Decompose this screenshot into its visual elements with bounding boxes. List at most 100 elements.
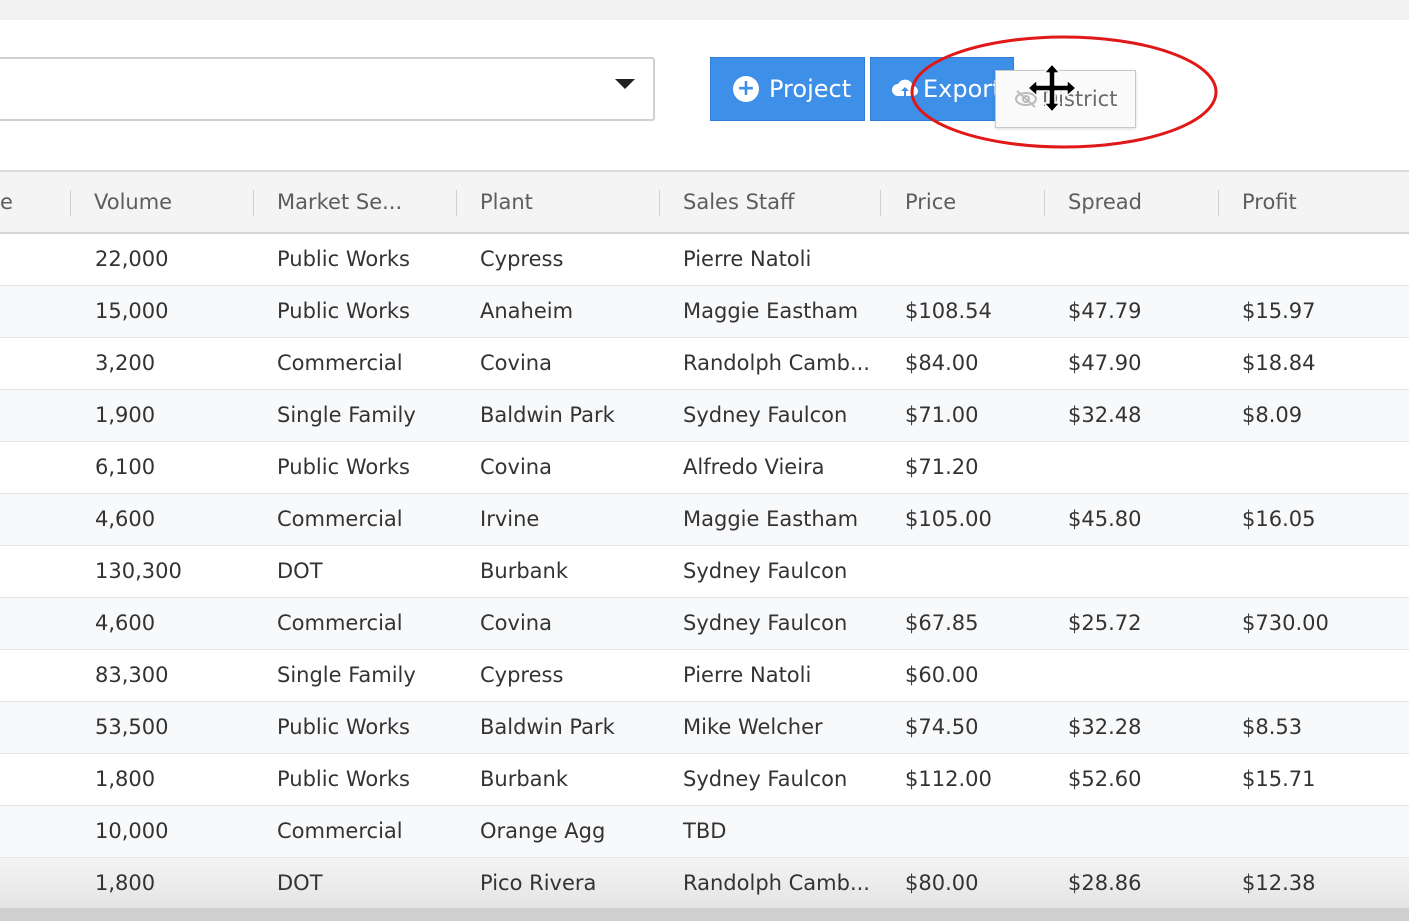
bottom-scroll-strip[interactable]	[0, 908, 1409, 921]
table-row[interactable]: 1,800 Public Works Burbank Sydney Faulcon $1…	[0, 754, 1409, 806]
cell-sales-staff: Maggie Eastham	[683, 299, 859, 323]
cell-market-segment: Single Family	[277, 663, 416, 687]
cell-price: $74.50	[905, 715, 979, 739]
column-separator[interactable]	[456, 190, 457, 216]
column-header-spread[interactable]: Spread	[1068, 172, 1142, 232]
cell-profit: $8.09	[1242, 403, 1303, 427]
cell-volume: 4,600	[95, 611, 156, 635]
column-header-volume[interactable]: Volume	[94, 172, 172, 232]
cell-price: $112.00	[905, 767, 992, 791]
grid-header: e Volume Market Se... Plant Sales Staff …	[0, 170, 1409, 234]
cell-sales-staff: Sydney Faulcon	[683, 403, 848, 427]
cell-market-segment: Single Family	[277, 403, 416, 427]
highlight-annotation	[910, 35, 1218, 149]
table-row[interactable]: 22,000 Public Works Cypress Pierre Natoli	[0, 234, 1409, 286]
table-row[interactable]: 3,200 Commercial Covina Randolph Camb... $84…	[0, 338, 1409, 390]
column-header-plant[interactable]: Plant	[480, 172, 533, 232]
cell-volume: 1,800	[95, 871, 156, 895]
cell-plant: Baldwin Park	[480, 403, 615, 427]
cell-sales-staff: Maggie Eastham	[683, 507, 859, 531]
table-row[interactable]: 4,600 Commercial Covina Sydney Faulcon $67.8…	[0, 598, 1409, 650]
project-button[interactable]: + Project	[710, 57, 865, 121]
cell-market-segment: Public Works	[277, 455, 410, 479]
cell-plant: Anaheim	[480, 299, 574, 323]
table-row[interactable]: 83,300 Single Family Cypress Pierre Natoli $…	[0, 650, 1409, 702]
table-row[interactable]: 6,100 Public Works Covina Alfredo Vieira $71…	[0, 442, 1409, 494]
column-header-sales-staff[interactable]: Sales Staff	[683, 172, 794, 232]
cell-sales-staff: Sydney Faulcon	[683, 559, 848, 583]
cell-market-segment: DOT	[277, 871, 323, 895]
cell-price: $105.00	[905, 507, 992, 531]
table-row[interactable]: 130,300 DOT Burbank Sydney Faulcon	[0, 546, 1409, 598]
column-separator[interactable]	[1218, 190, 1219, 216]
table-row[interactable]: 1,900 Single Family Baldwin Park Sydney Fau…	[0, 390, 1409, 442]
data-grid: e Volume Market Se... Plant Sales Staff …	[0, 170, 1409, 921]
cell-profit: $15.71	[1242, 767, 1316, 791]
cell-sales-staff: TBD	[683, 819, 727, 843]
cell-sales-staff: Alfredo Vieira	[683, 455, 825, 479]
cell-price: $80.00	[905, 871, 979, 895]
cell-market-segment: Commercial	[277, 611, 403, 635]
column-separator[interactable]	[1044, 190, 1045, 216]
cell-plant: Burbank	[480, 767, 569, 791]
cell-volume: 22,000	[95, 247, 169, 271]
cell-volume: 1,800	[95, 767, 156, 791]
cell-price: $60.00	[905, 663, 979, 687]
cell-spread: $32.48	[1068, 403, 1142, 427]
column-separator[interactable]	[253, 190, 254, 216]
table-row[interactable]: 1,800 DOT Pico Rivera Randolph Camb... $80.0…	[0, 858, 1409, 910]
cell-plant: Baldwin Park	[480, 715, 615, 739]
cell-volume: 6,100	[95, 455, 156, 479]
cell-plant: Irvine	[480, 507, 540, 531]
cell-profit: $12.38	[1242, 871, 1316, 895]
cell-volume: 53,500	[95, 715, 169, 739]
cell-spread: $45.80	[1068, 507, 1142, 531]
view-select[interactable]	[0, 57, 655, 121]
cell-plant: Covina	[480, 351, 552, 375]
cell-market-segment: DOT	[277, 559, 323, 583]
cell-market-segment: Commercial	[277, 507, 403, 531]
column-separator[interactable]	[70, 190, 71, 216]
cell-sales-staff: Mike Welcher	[683, 715, 823, 739]
cell-profit: $8.53	[1242, 715, 1303, 739]
cell-profit: $18.84	[1242, 351, 1316, 375]
cell-volume: 10,000	[95, 819, 169, 843]
project-button-label: Project	[769, 75, 852, 103]
cell-volume: 83,300	[95, 663, 169, 687]
cell-market-segment: Commercial	[277, 351, 403, 375]
column-header-partial[interactable]: e	[0, 172, 13, 232]
cell-sales-staff: Pierre Natoli	[683, 247, 812, 271]
cell-spread: $25.72	[1068, 611, 1142, 635]
caret-down-icon[interactable]	[615, 79, 635, 89]
column-header-profit[interactable]: Profit	[1242, 172, 1297, 232]
cell-volume: 3,200	[95, 351, 156, 375]
cell-price: $71.00	[905, 403, 979, 427]
cell-plant: Burbank	[480, 559, 569, 583]
cell-price: $84.00	[905, 351, 979, 375]
cell-market-segment: Commercial	[277, 819, 403, 843]
cell-sales-staff: Randolph Camb...	[683, 351, 870, 375]
cell-plant: Covina	[480, 455, 552, 479]
cell-plant: Cypress	[480, 663, 564, 687]
cell-plant: Covina	[480, 611, 552, 635]
top-strip	[0, 0, 1409, 20]
cell-plant: Pico Rivera	[480, 871, 597, 895]
table-row[interactable]: 10,000 Commercial Orange Agg TBD	[0, 806, 1409, 858]
cell-volume: 4,600	[95, 507, 156, 531]
cell-plant: Cypress	[480, 247, 564, 271]
cell-spread: $47.90	[1068, 351, 1142, 375]
table-row[interactable]: 53,500 Public Works Baldwin Park Mike Welch…	[0, 702, 1409, 754]
cell-profit: $15.97	[1242, 299, 1316, 323]
column-separator[interactable]	[880, 190, 881, 216]
table-row[interactable]: 15,000 Public Works Anaheim Maggie Eastham $…	[0, 286, 1409, 338]
column-header-price[interactable]: Price	[905, 172, 956, 232]
cell-price: $67.85	[905, 611, 979, 635]
cell-price: $108.54	[905, 299, 992, 323]
cell-sales-staff: Randolph Camb...	[683, 871, 870, 895]
cell-plant: Orange Agg	[480, 819, 606, 843]
column-separator[interactable]	[659, 190, 660, 216]
table-row[interactable]: 4,600 Commercial Irvine Maggie Eastham $105.…	[0, 494, 1409, 546]
column-header-market-segment[interactable]: Market Se...	[277, 172, 402, 232]
cell-volume: 130,300	[95, 559, 182, 583]
cell-spread: $52.60	[1068, 767, 1142, 791]
